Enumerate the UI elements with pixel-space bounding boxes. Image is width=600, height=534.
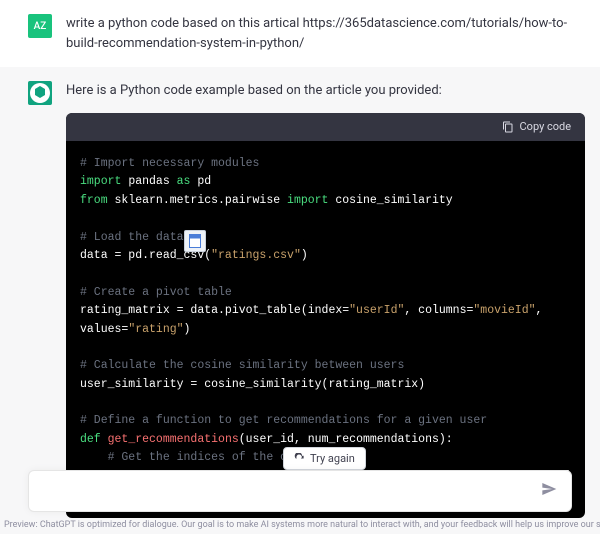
copy-label: Copy code (520, 119, 572, 136)
input-bar[interactable] (28, 470, 572, 512)
assistant-intro: Here is a Python code example based on t… (66, 81, 585, 101)
drag-cursor-icon (184, 230, 206, 252)
user-text: write a python code based on this artica… (66, 14, 572, 53)
copy-code-button[interactable]: Copy code (66, 113, 585, 142)
try-again-label: Try again (310, 452, 355, 465)
user-message: AZ write a python code based on this art… (0, 0, 600, 67)
try-again-button[interactable]: Try again (283, 447, 366, 470)
openai-icon (28, 81, 52, 105)
footer-disclaimer: Preview: ChatGPT is optimized for dialog… (0, 520, 600, 530)
send-icon (541, 481, 557, 497)
clipboard-icon (502, 121, 514, 133)
send-button[interactable] (541, 481, 557, 501)
user-avatar: AZ (28, 14, 52, 38)
bot-avatar (28, 81, 52, 105)
refresh-icon (294, 453, 305, 464)
message-input[interactable] (43, 484, 541, 499)
